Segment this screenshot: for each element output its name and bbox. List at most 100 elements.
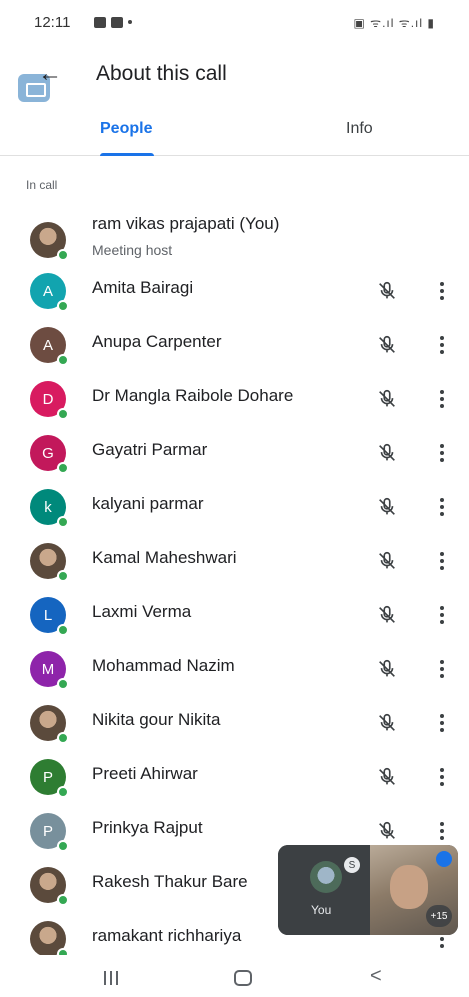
participant-name: kalyani parmar bbox=[92, 494, 204, 513]
more-options-icon[interactable] bbox=[432, 549, 452, 573]
online-status-dot bbox=[57, 462, 69, 474]
more-options-icon[interactable] bbox=[432, 387, 452, 411]
participant-name: ram vikas prajapati (You) bbox=[92, 214, 280, 233]
participant-row[interactable]: A Anupa Carpenter bbox=[0, 318, 469, 372]
home-icon[interactable] bbox=[234, 970, 252, 986]
online-status-dot bbox=[57, 408, 69, 420]
mic-off-icon bbox=[376, 550, 398, 572]
avatar-initial: P bbox=[42, 768, 53, 786]
mic-off-icon bbox=[376, 334, 398, 356]
back-chevron-icon[interactable]: < bbox=[370, 965, 382, 988]
participant-row[interactable]: L Laxmi Verma bbox=[0, 588, 469, 642]
tab-people[interactable]: People bbox=[100, 120, 152, 138]
avatar-initial: A bbox=[42, 336, 53, 354]
avatar-initial: k bbox=[44, 498, 52, 516]
participant-row[interactable]: D Dr Mangla Raibole Dohare bbox=[0, 372, 469, 426]
participant-name: Mohammad Nazim bbox=[92, 656, 235, 675]
speaking-indicator-icon bbox=[436, 851, 452, 867]
avatar-initial: P bbox=[42, 822, 53, 840]
avatar-initial: A bbox=[42, 282, 53, 300]
more-options-icon[interactable] bbox=[432, 711, 452, 735]
avatar-initial: M bbox=[41, 660, 55, 678]
participant-name: Amita Bairagi bbox=[92, 278, 194, 297]
tab-bar: People Info bbox=[0, 108, 469, 156]
participant-avatar bbox=[30, 222, 69, 261]
more-participants-badge: +15 bbox=[426, 905, 452, 927]
system-nav-bar: < bbox=[0, 955, 469, 997]
more-options-icon[interactable] bbox=[432, 603, 452, 627]
online-status-dot bbox=[57, 300, 69, 312]
participant-avatar: L bbox=[30, 597, 69, 636]
avatar-initial: L bbox=[43, 606, 53, 624]
participant-avatar bbox=[30, 705, 69, 744]
participant-name: Dr Mangla Raibole Dohare bbox=[92, 386, 294, 405]
more-options-icon[interactable] bbox=[432, 279, 452, 303]
online-status-dot bbox=[57, 840, 69, 852]
participant-row[interactable]: P Preeti Ahirwar bbox=[0, 750, 469, 804]
mic-off-icon bbox=[376, 496, 398, 518]
participant-row[interactable]: k kalyani parmar bbox=[0, 480, 469, 534]
participant-avatar: P bbox=[30, 813, 69, 852]
remote-video-face bbox=[390, 865, 428, 909]
participant-avatar: A bbox=[30, 327, 69, 366]
participant-name: Nikita gour Nikita bbox=[92, 710, 221, 729]
participant-avatar: G bbox=[30, 435, 69, 474]
arrow-left-icon[interactable]: ← bbox=[38, 62, 62, 86]
self-badge: S bbox=[344, 857, 360, 873]
participant-name: ramakant richhariya bbox=[92, 926, 242, 945]
tab-info[interactable]: Info bbox=[346, 120, 373, 138]
participant-avatar: D bbox=[30, 381, 69, 420]
more-options-icon[interactable] bbox=[432, 657, 452, 681]
self-label: You bbox=[311, 903, 332, 917]
participant-avatar bbox=[30, 921, 69, 960]
participant-name: Laxmi Verma bbox=[92, 602, 192, 621]
online-status-dot bbox=[57, 678, 69, 690]
mic-off-icon bbox=[376, 712, 398, 734]
participant-name: Anupa Carpenter bbox=[92, 332, 222, 351]
participant-row[interactable]: G Gayatri Parmar bbox=[0, 426, 469, 480]
participant-row[interactable]: Nikita gour Nikita bbox=[0, 696, 469, 750]
participant-avatar: A bbox=[30, 273, 69, 312]
participant-row[interactable]: ram vikas prajapati (You) Meeting host bbox=[0, 210, 469, 264]
active-tab-indicator bbox=[100, 153, 154, 156]
online-status-dot bbox=[57, 354, 69, 366]
status-time: 12:11 bbox=[34, 13, 71, 31]
participant-avatar bbox=[30, 543, 69, 582]
online-status-dot bbox=[57, 624, 69, 636]
self-avatar bbox=[310, 861, 342, 893]
participant-avatar bbox=[30, 867, 69, 906]
online-status-dot bbox=[57, 249, 69, 261]
status-indicators: ▣ ᯤ.ıl ᯤ.ıl ▮ bbox=[353, 15, 435, 30]
avatar-initial: D bbox=[42, 390, 54, 408]
self-tile[interactable]: S You bbox=[278, 845, 370, 935]
recents-icon[interactable] bbox=[104, 971, 120, 985]
app-header: ← About this call bbox=[0, 44, 469, 108]
status-bar: 12:11 ▣ ᯤ.ıl ᯤ.ıl ▮ bbox=[0, 0, 469, 44]
more-options-icon[interactable] bbox=[432, 495, 452, 519]
mic-off-icon bbox=[376, 604, 398, 626]
mic-off-icon bbox=[376, 388, 398, 410]
participant-name: Gayatri Parmar bbox=[92, 440, 208, 459]
participant-name: Kamal Maheshwari bbox=[92, 548, 237, 567]
mic-off-icon bbox=[376, 280, 398, 302]
online-status-dot bbox=[57, 786, 69, 798]
participant-row[interactable]: Kamal Maheshwari bbox=[0, 534, 469, 588]
more-options-icon[interactable] bbox=[432, 333, 452, 357]
more-options-icon[interactable] bbox=[432, 819, 452, 843]
mic-off-icon bbox=[376, 820, 398, 842]
online-status-dot bbox=[57, 732, 69, 744]
participant-row[interactable]: A Amita Bairagi bbox=[0, 264, 469, 318]
remote-video-tile[interactable]: +15 bbox=[370, 845, 458, 935]
participant-avatar: P bbox=[30, 759, 69, 798]
more-options-icon[interactable] bbox=[432, 765, 452, 789]
floating-call-tile[interactable]: S You +15 bbox=[278, 845, 458, 935]
notification-icons bbox=[94, 16, 133, 28]
participant-name: Prinkya Rajput bbox=[92, 818, 203, 837]
more-options-icon[interactable] bbox=[432, 441, 452, 465]
participant-row[interactable]: M Mohammad Nazim bbox=[0, 642, 469, 696]
page-title: About this call bbox=[96, 62, 227, 85]
participant-name: Rakesh Thakur Bare bbox=[92, 872, 248, 891]
online-status-dot bbox=[57, 894, 69, 906]
participant-avatar: M bbox=[30, 651, 69, 690]
section-label-in-call: In call bbox=[26, 178, 58, 192]
